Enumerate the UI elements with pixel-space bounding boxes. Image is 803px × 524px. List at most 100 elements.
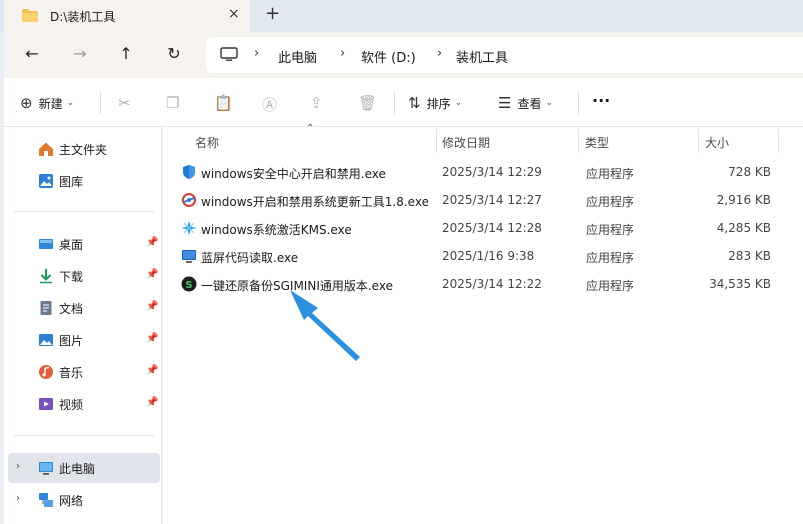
column-separator[interactable]: [436, 129, 437, 153]
rename-icon[interactable]: Ⓐ: [262, 94, 277, 115]
videos-icon: [39, 398, 53, 410]
file-modified: 2025/3/14 12:29: [442, 165, 542, 179]
copy-icon[interactable]: ❐: [166, 94, 179, 112]
close-tab-icon[interactable]: ×: [228, 6, 240, 22]
column-separator[interactable]: [578, 129, 579, 153]
up-icon[interactable]: ↑: [114, 44, 138, 66]
chevron-down-icon: ⌄: [454, 98, 463, 108]
documents-icon: [40, 301, 52, 315]
file-size: 283 KB: [728, 249, 771, 263]
sidebar-item-gallery[interactable]: 图库: [4, 166, 162, 196]
divider: [14, 211, 154, 212]
sidebar-item-home[interactable]: 主文件夹: [4, 134, 162, 164]
sidebar-item-documents[interactable]: 文档 📌: [4, 293, 162, 323]
file-row[interactable]: windows系统激活KMS.exe 2025/3/14 12:28 应用程序 …: [177, 214, 777, 242]
view-button[interactable]: ☰ 查看 ⌄: [498, 94, 553, 112]
command-bar: ⊕ 新建 ⌄ ✂ ❐ 📋 Ⓐ ⇪ 🗑 ⇅ 排序 ⌄ ☰ 查看 ⌄ ···: [4, 78, 803, 127]
sort-button[interactable]: ⇅ 排序 ⌄: [408, 94, 462, 112]
tab-title: D:\装机工具: [50, 10, 116, 24]
more-options-icon[interactable]: ···: [592, 91, 610, 110]
kms-star-icon: [181, 220, 197, 236]
column-separator[interactable]: [698, 129, 699, 153]
sidebar-item-music[interactable]: 音乐 📌: [4, 357, 162, 387]
pictures-icon: [39, 334, 53, 346]
sidebar-item-label: 主文件夹: [59, 143, 108, 157]
sidebar-item-downloads[interactable]: 下载 📌: [4, 261, 162, 291]
back-icon[interactable]: ←: [20, 44, 44, 66]
breadcrumb-separator: ›: [340, 46, 346, 61]
sidebar-item-desktop[interactable]: 桌面 📌: [4, 229, 162, 259]
column-header-name[interactable]: 名称: [195, 127, 219, 155]
share-icon[interactable]: ⇪: [310, 94, 323, 112]
file-list: ⌃ 名称 修改日期 类型 大小 windows安全中心开启和禁用.exe 202…: [163, 123, 803, 524]
svg-text:S: S: [185, 280, 192, 291]
new-button[interactable]: ⊕ 新建 ⌄: [20, 94, 74, 112]
breadcrumb-separator: ›: [254, 46, 260, 61]
column-header-type[interactable]: 类型: [585, 127, 609, 155]
download-icon: [40, 269, 52, 284]
refresh-icon[interactable]: ↻: [162, 44, 186, 66]
forward-icon[interactable]: →: [68, 44, 92, 66]
breadcrumb-drive-d[interactable]: 软件 (D:): [361, 47, 416, 66]
address-bar[interactable]: › 此电脑 › 软件 (D:) › 装机工具: [206, 37, 803, 73]
divider: [100, 92, 101, 114]
view-lines-icon: ☰: [498, 94, 512, 112]
cut-icon[interactable]: ✂: [118, 94, 131, 112]
pin-icon[interactable]: 📌: [146, 269, 158, 280]
sgimini-icon: S: [181, 276, 197, 292]
shield-icon: [183, 165, 195, 179]
pin-icon[interactable]: 📌: [146, 365, 158, 376]
sidebar-item-label: 图库: [59, 175, 84, 189]
file-name: windows开启和禁用系统更新工具1.8.exe: [201, 195, 429, 209]
new-tab-icon[interactable]: +: [265, 3, 280, 24]
sidebar-item-label: 图片: [59, 334, 84, 348]
file-modified: 2025/1/16 9:38: [442, 249, 535, 263]
file-row[interactable]: windows开启和禁用系统更新工具1.8.exe 2025/3/14 12:2…: [177, 186, 777, 214]
pin-icon[interactable]: 📌: [146, 237, 158, 248]
sort-label: 排序: [426, 96, 451, 111]
breadcrumb-folder[interactable]: 装机工具: [456, 47, 508, 66]
breadcrumb-separator: ›: [437, 46, 443, 61]
sidebar-item-videos[interactable]: 视频 📌: [4, 389, 162, 419]
pin-icon[interactable]: 📌: [146, 333, 158, 344]
music-icon: [39, 365, 53, 379]
computer-icon: [220, 47, 238, 61]
sidebar-item-label: 网络: [59, 494, 84, 508]
file-row[interactable]: windows安全中心开启和禁用.exe 2025/3/14 12:29 应用程…: [177, 158, 777, 186]
computer-icon: [39, 462, 53, 475]
plus-circle-icon: ⊕: [20, 94, 33, 112]
sidebar-item-this-pc[interactable]: › 此电脑: [8, 453, 160, 483]
file-size: 728 KB: [728, 165, 771, 179]
desktop-icon: [39, 239, 53, 249]
update-tool-icon: [182, 193, 196, 207]
pin-icon[interactable]: 📌: [146, 397, 158, 408]
file-name: 一键还原备份SGIMINI通用版本.exe: [201, 279, 393, 293]
chevron-down-icon: ⌄: [545, 98, 554, 108]
sort-ascending-icon: ⌃: [306, 123, 315, 134]
file-row[interactable]: 蓝屏代码读取.exe 2025/1/16 9:38 应用程序 283 KB: [177, 242, 777, 270]
breadcrumb-this-pc[interactable]: 此电脑: [278, 47, 317, 66]
file-type: 应用程序: [586, 279, 635, 293]
file-row[interactable]: S 一键还原备份SGIMINI通用版本.exe 2025/3/14 12:22 …: [177, 270, 777, 298]
column-header-modified[interactable]: 修改日期: [442, 127, 490, 155]
column-separator[interactable]: [778, 129, 779, 153]
sort-icon: ⇅: [408, 94, 421, 112]
file-type: 应用程序: [586, 167, 635, 181]
tab-current-folder[interactable]: D:\装机工具 ×: [4, 0, 250, 32]
file-type: 应用程序: [586, 223, 635, 237]
sidebar-item-network[interactable]: › 网络: [4, 485, 162, 515]
chevron-right-icon[interactable]: ›: [16, 493, 20, 504]
column-header-size[interactable]: 大小: [705, 127, 729, 155]
view-label: 查看: [517, 96, 542, 111]
paste-icon[interactable]: 📋: [214, 94, 233, 112]
tab-strip: D:\装机工具 × +: [0, 0, 803, 32]
file-modified: 2025/3/14 12:28: [442, 221, 542, 235]
sidebar-item-label: 文档: [59, 302, 84, 316]
network-icon: [39, 493, 53, 507]
file-size: 34,535 KB: [709, 277, 771, 291]
sidebar-item-pictures[interactable]: 图片 📌: [4, 325, 162, 355]
divider: [578, 92, 579, 114]
delete-icon[interactable]: 🗑: [358, 94, 377, 112]
pin-icon[interactable]: 📌: [146, 301, 158, 312]
chevron-right-icon[interactable]: ›: [16, 461, 20, 472]
